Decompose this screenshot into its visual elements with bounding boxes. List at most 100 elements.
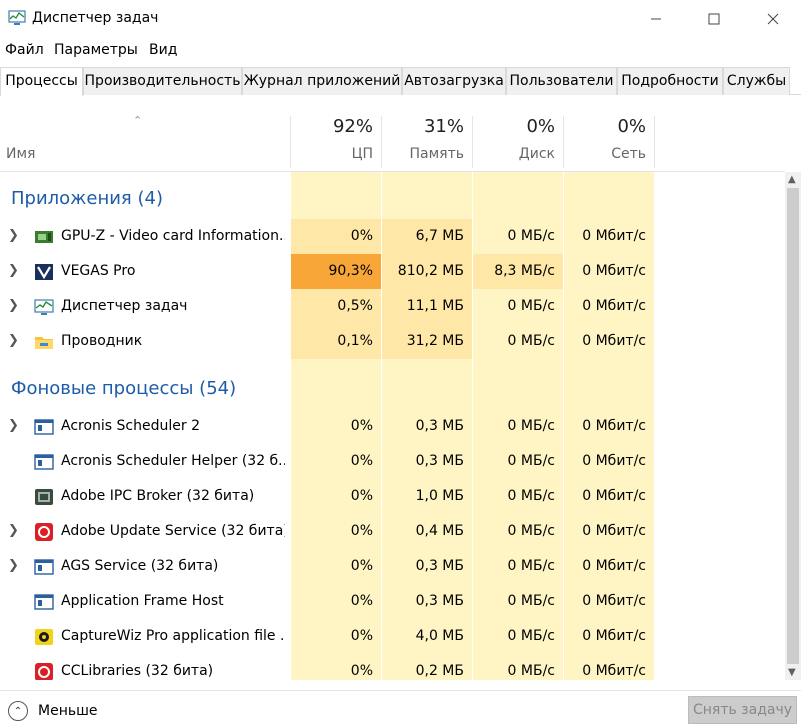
tab-services[interactable]: Службы [723, 67, 790, 95]
expand-chevron-icon[interactable]: ❯ [8, 228, 19, 243]
capturewiz-icon [35, 629, 53, 645]
disk-cell: 0 МБ/с [472, 444, 563, 479]
expand-chevron-icon[interactable]: ❯ [8, 418, 19, 433]
adobe-cc-icon [35, 663, 53, 680]
cpu-cell: 0% [290, 444, 381, 479]
process-name: Acronis Scheduler 2 [61, 418, 200, 434]
expand-chevron-icon[interactable]: ❯ [8, 298, 19, 313]
disk-total: 0% [526, 116, 555, 137]
process-list: ⌃ Имя 92% ЦП 31% Память 0% Диск 0% Сеть … [0, 96, 785, 680]
menu-bar: Файл Параметры Вид [0, 40, 801, 62]
tab-performance[interactable]: Производительность [83, 67, 242, 95]
footer-bar: ⌃ Меньше Снять задачу [0, 690, 801, 726]
process-row[interactable]: CCLibraries (32 бита) 0% 0,2 МБ 0 МБ/с 0… [0, 654, 785, 680]
process-name: Acronis Scheduler Helper (32 б... [61, 453, 285, 469]
process-name: Диспетчер задач [61, 298, 188, 314]
cpu-cell: 0% [290, 479, 381, 514]
cpu-cell: 0% [290, 584, 381, 619]
memory-cell: 0,4 МБ [381, 514, 472, 549]
expand-chevron-icon[interactable]: ❯ [8, 558, 19, 573]
disk-label: Диск [518, 146, 555, 162]
column-header-name[interactable]: Имя [6, 146, 35, 162]
network-cell: 0 Мбит/с [563, 409, 654, 444]
app-window-icon [34, 419, 54, 435]
group-apps-title[interactable]: Приложения (4) [11, 188, 163, 209]
memory-cell: 6,7 МБ [381, 219, 472, 254]
process-row[interactable]: CaptureWiz Pro application file ... 0% 4… [0, 619, 785, 654]
app-window-icon [34, 594, 54, 610]
header-divider [654, 116, 655, 168]
cpu-cell: 0% [290, 549, 381, 584]
process-name: CCLibraries (32 бита) [61, 663, 214, 679]
menu-file[interactable]: Файл [5, 42, 44, 58]
cpu-cell: 0% [290, 409, 381, 444]
process-row[interactable]: ❯ Диспетчер задач 0,5% 11,1 МБ 0 МБ/с 0 … [0, 289, 785, 324]
network-cell: 0 Мбит/с [563, 514, 654, 549]
process-row[interactable]: ❯ Acronis Scheduler 2 0% 0,3 МБ 0 МБ/с 0… [0, 409, 785, 444]
process-row[interactable]: Adobe IPC Broker (32 бита) 0% 1,0 МБ 0 М… [0, 479, 785, 514]
vertical-scrollbar[interactable]: ▲ ▼ [785, 172, 801, 680]
disk-cell: 8,3 МБ/с [472, 254, 563, 289]
network-cell: 0 Мбит/с [563, 654, 654, 680]
app-window-icon [34, 559, 54, 575]
memory-cell: 0,3 МБ [381, 444, 472, 479]
tab-startup[interactable]: Автозагрузка [402, 67, 506, 95]
process-row[interactable]: ❯ VEGAS Pro 90,3% 810,2 МБ 8,3 МБ/с 0 Мб… [0, 254, 785, 289]
tab-users[interactable]: Пользователи [506, 67, 617, 95]
fewer-details-button[interactable]: ⌃ Меньше [8, 700, 98, 722]
menu-view[interactable]: Вид [149, 42, 177, 58]
expand-chevron-icon[interactable]: ❯ [8, 523, 19, 538]
network-cell: 0 Мбит/с [563, 254, 654, 289]
process-name: CaptureWiz Pro application file ... [61, 628, 285, 644]
disk-cell: 0 МБ/с [472, 549, 563, 584]
process-row[interactable]: Application Frame Host 0% 0,3 МБ 0 МБ/с … [0, 584, 785, 619]
title-bar: Диспетчер задач [0, 0, 801, 38]
tab-app-history[interactable]: Журнал приложений [242, 67, 402, 95]
expand-chevron-icon[interactable]: ❯ [8, 333, 19, 348]
process-row[interactable]: ❯ Adobe Update Service (32 бита) 0% 0,4 … [0, 514, 785, 549]
network-cell: 0 Мбит/с [563, 219, 654, 254]
disk-cell: 0 МБ/с [472, 654, 563, 680]
end-task-button[interactable]: Снять задачу [688, 696, 797, 724]
process-row[interactable]: ❯ AGS Service (32 бита) 0% 0,3 МБ 0 МБ/с… [0, 549, 785, 584]
tab-details[interactable]: Подробности [617, 67, 723, 95]
process-row[interactable]: Acronis Scheduler Helper (32 б... 0% 0,3… [0, 444, 785, 479]
process-row[interactable]: ❯ Проводник 0,1% 31,2 МБ 0 МБ/с 0 Мбит/с [0, 324, 785, 359]
folder-icon [35, 337, 53, 349]
maximize-icon [708, 13, 720, 25]
cpu-cell: 0,5% [290, 289, 381, 324]
network-cell: 0 Мбит/с [563, 444, 654, 479]
network-label: Сеть [611, 146, 646, 162]
adobe-cc-icon [35, 523, 53, 541]
memory-cell: 0,3 МБ [381, 584, 472, 619]
cpu-cell: 90,3% [290, 254, 381, 289]
minimize-button[interactable] [633, 0, 679, 38]
sort-ascending-icon: ⌃ [133, 114, 143, 127]
network-cell: 0 Мбит/с [563, 549, 654, 584]
column-header-cpu[interactable]: 92% ЦП [290, 116, 381, 168]
disk-cell: 0 МБ/с [472, 584, 563, 619]
disk-cell: 0 МБ/с [472, 514, 563, 549]
tab-processes[interactable]: Процессы [0, 67, 83, 96]
header-bottom-rule [0, 171, 785, 172]
close-button[interactable] [750, 0, 796, 38]
scrollbar-thumb[interactable] [787, 188, 799, 664]
process-name: Adobe IPC Broker (32 бита) [61, 488, 255, 504]
group-background-title[interactable]: Фоновые процессы (54) [11, 378, 236, 399]
column-header-network[interactable]: 0% Сеть [563, 116, 654, 168]
column-header-memory[interactable]: 31% Память [381, 116, 472, 168]
menu-options[interactable]: Параметры [54, 42, 138, 58]
expand-chevron-icon[interactable]: ❯ [8, 263, 19, 278]
scroll-down-icon[interactable]: ▼ [788, 667, 796, 678]
chevron-up-icon: ⌃ [8, 701, 28, 721]
scroll-up-icon[interactable]: ▲ [788, 174, 796, 185]
close-icon [767, 13, 779, 25]
disk-cell: 0 МБ/с [472, 219, 563, 254]
adobe-ipc-icon [35, 489, 53, 505]
process-name: AGS Service (32 бита) [61, 558, 219, 574]
column-header-disk[interactable]: 0% Диск [472, 116, 563, 168]
memory-cell: 31,2 МБ [381, 324, 472, 359]
process-row[interactable]: ❯ GPU-Z - Video card Information... 0% 6… [0, 219, 785, 254]
cpu-label: ЦП [351, 146, 373, 162]
maximize-button[interactable] [691, 0, 737, 38]
